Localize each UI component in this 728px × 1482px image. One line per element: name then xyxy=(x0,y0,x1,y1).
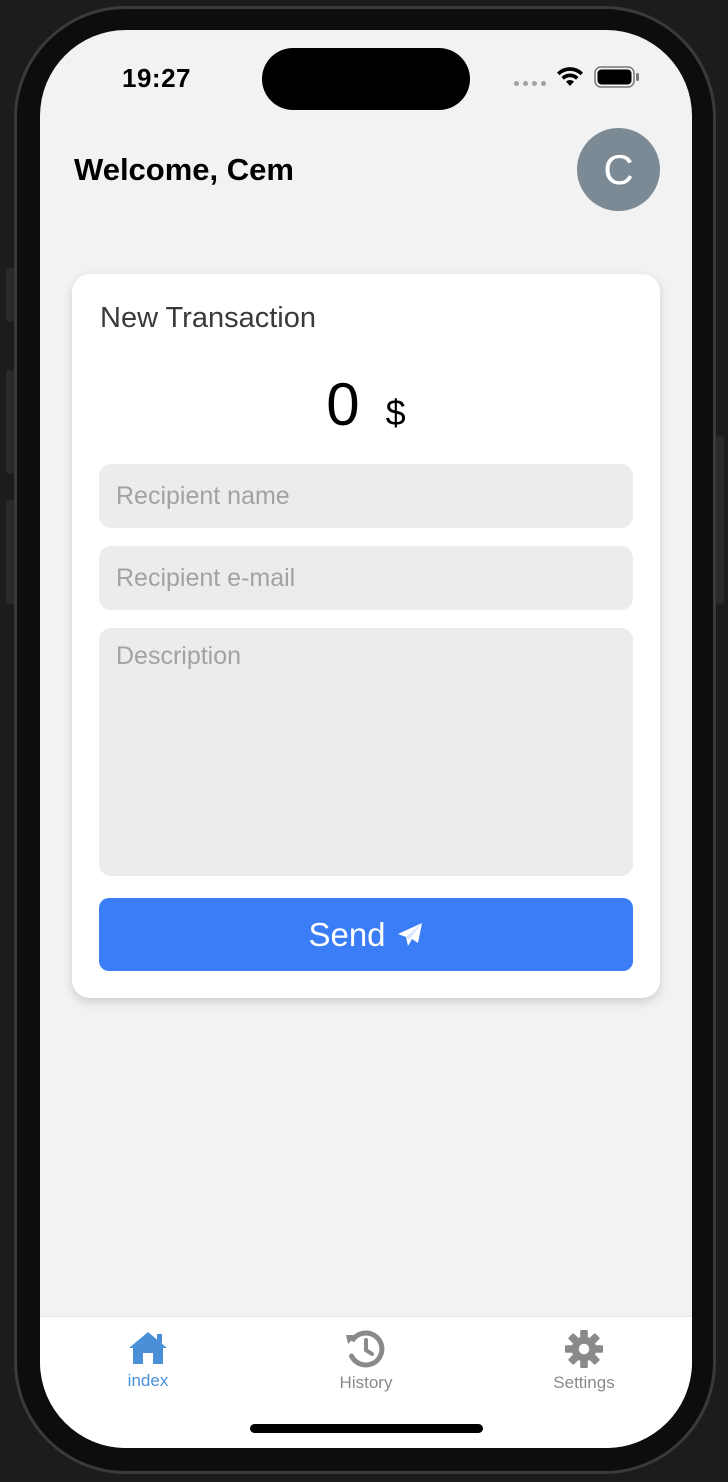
tab-settings-label: Settings xyxy=(553,1373,615,1392)
status-time: 19:27 xyxy=(122,63,191,93)
power-button xyxy=(716,436,724,604)
volume-up-button xyxy=(6,370,14,474)
dynamic-island xyxy=(262,48,470,110)
tab-history[interactable]: History xyxy=(296,1329,436,1393)
history-icon xyxy=(346,1330,385,1368)
currency-symbol: $ xyxy=(385,392,406,433)
recipient-name-input[interactable] xyxy=(99,464,633,528)
status-indicators xyxy=(514,66,640,88)
paper-plane-icon xyxy=(397,922,422,946)
volume-down-button xyxy=(6,500,14,604)
cellular-signal-icon xyxy=(514,80,546,86)
send-button-label: Send xyxy=(308,915,386,953)
tab-index[interactable]: index xyxy=(78,1329,218,1391)
gear-icon xyxy=(564,1329,604,1369)
wifi-icon xyxy=(557,67,583,86)
battery-icon xyxy=(594,66,639,88)
mute-switch xyxy=(6,268,14,322)
amount-display[interactable]: 0 $ xyxy=(72,370,660,439)
home-icon xyxy=(129,1332,167,1364)
avatar[interactable]: C xyxy=(577,128,660,211)
tab-settings[interactable]: Settings xyxy=(514,1329,654,1393)
tab-index-label: index xyxy=(127,1371,169,1390)
recipient-email-input[interactable] xyxy=(99,546,633,610)
description-textarea[interactable] xyxy=(99,628,633,876)
amount-value[interactable]: 0 xyxy=(326,370,359,439)
app-screen: 19:27 Welcome, Cem C New Transaction 0 $… xyxy=(40,30,692,1448)
home-indicator[interactable] xyxy=(250,1424,483,1433)
new-transaction-card: New Transaction 0 $ Send xyxy=(72,274,660,998)
welcome-heading: Welcome, Cem xyxy=(74,152,294,187)
send-button[interactable]: Send xyxy=(99,898,633,971)
tab-history-label: History xyxy=(339,1373,393,1392)
card-title: New Transaction xyxy=(100,302,316,334)
